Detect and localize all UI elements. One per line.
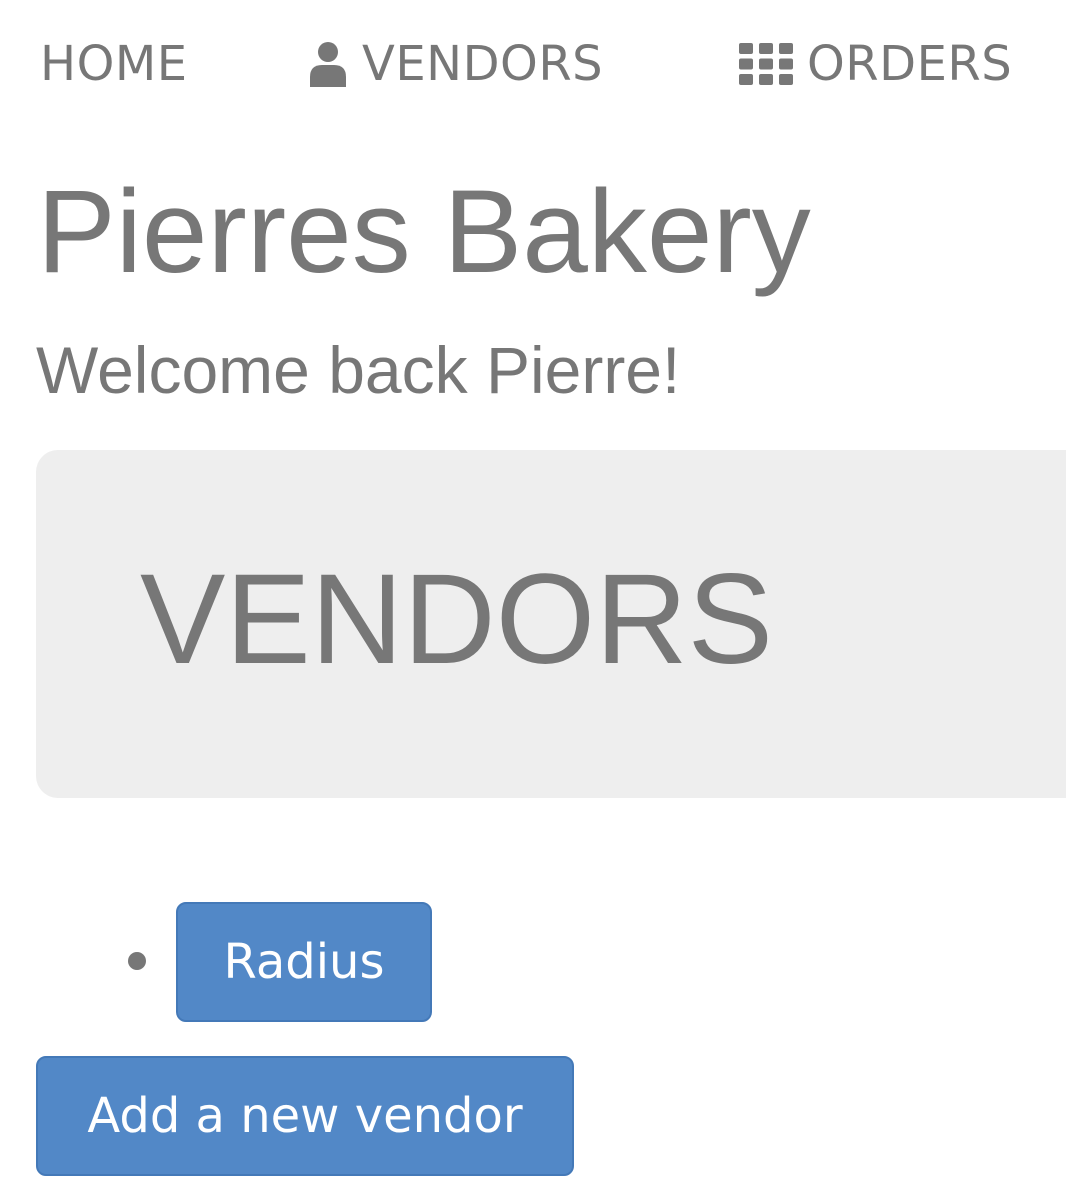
page-title: Pierres Bakery bbox=[37, 166, 811, 298]
nav-orders-label: ORDERS bbox=[807, 36, 1013, 92]
welcome-message: Welcome back Pierre! bbox=[36, 333, 681, 407]
nav-vendors-label: VENDORS bbox=[362, 36, 604, 92]
nav-orders-link[interactable]: ORDERS bbox=[739, 32, 1012, 96]
vendors-jumbotron: VENDORS bbox=[36, 450, 1066, 798]
nav-home-label: HOME bbox=[40, 36, 188, 92]
vendor-button[interactable]: Radius bbox=[176, 902, 432, 1022]
bullet-icon bbox=[128, 952, 146, 970]
nav-vendors-link[interactable]: VENDORS bbox=[308, 32, 603, 96]
nav-home-link[interactable]: HOME bbox=[40, 32, 188, 96]
user-icon bbox=[308, 41, 348, 87]
top-nav: HOME VENDORS ORDERS bbox=[0, 0, 1066, 130]
jumbotron-heading: VENDORS bbox=[140, 548, 773, 691]
grid-icon bbox=[739, 43, 793, 85]
add-vendor-button[interactable]: Add a new vendor bbox=[36, 1056, 574, 1176]
